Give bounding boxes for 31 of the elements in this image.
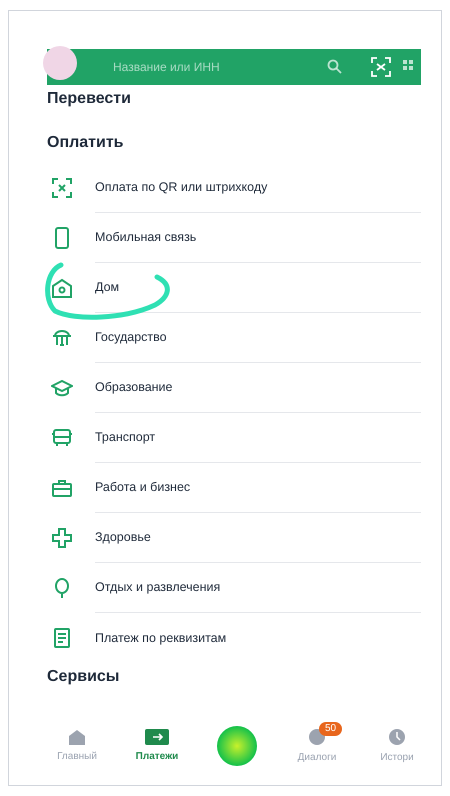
chat-bubble-icon[interactable] [308, 728, 326, 746]
badge: 50 [319, 722, 342, 736]
menu-item[interactable]: Оплата по QR или штрихкоду [95, 178, 268, 197]
menu-item[interactable]: Дом [95, 278, 120, 297]
menu-item[interactable]: Платеж по реквизитам [95, 628, 226, 648]
menu-item[interactable]: Отдых и развлечения [95, 578, 220, 597]
menu-item[interactable]: Транспорт [95, 428, 156, 447]
menu-item[interactable]: Работа и бизнес [95, 478, 190, 497]
qr-scan-icon [51, 177, 73, 199]
bus-icon [51, 427, 73, 449]
search-icon[interactable] [327, 59, 343, 75]
house-icon [51, 277, 73, 299]
nav-label[interactable]: Платежи [136, 748, 178, 764]
home-icon[interactable] [68, 728, 86, 744]
dome-building-icon [51, 327, 73, 349]
menu-item[interactable]: Мобильная связь [95, 228, 196, 247]
document-icon [51, 627, 73, 649]
assistant-orb-icon[interactable] [216, 725, 258, 767]
briefcase-icon [51, 477, 73, 499]
menu-item[interactable]: Государство [95, 328, 167, 347]
graduation-cap-icon [51, 377, 73, 399]
avatar[interactable] [43, 46, 77, 80]
payment-card-icon[interactable] [145, 728, 169, 744]
section-title: Сервисы [47, 667, 120, 687]
clock-icon[interactable] [388, 728, 406, 746]
scan-icon[interactable] [371, 57, 391, 77]
medical-cross-icon [51, 527, 73, 549]
menu-item[interactable]: Здоровье [95, 528, 151, 547]
section-title: Оплатить [47, 133, 124, 153]
menu-item[interactable]: Образование [95, 378, 172, 397]
section-title: Перевести [47, 89, 131, 109]
